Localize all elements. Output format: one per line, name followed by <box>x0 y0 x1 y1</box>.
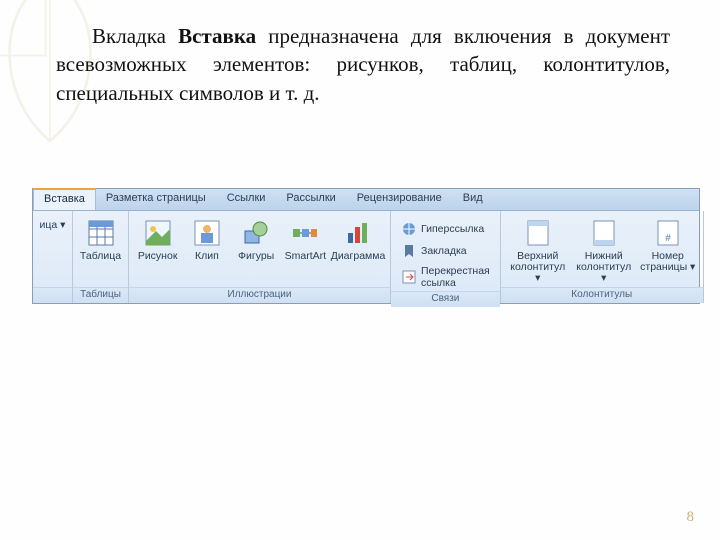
picture-icon <box>142 217 174 249</box>
table-button[interactable]: Таблица <box>79 215 122 262</box>
group-label-links: Связи <box>391 291 500 307</box>
bookmark-icon <box>401 243 417 259</box>
table-icon <box>85 217 117 249</box>
header-button[interactable]: Верхний колонтитул ▾ <box>507 215 569 284</box>
hyperlink-icon <box>401 221 417 237</box>
page-number-button[interactable]: # Номер страницы ▾ <box>639 215 697 273</box>
group-label-tables: Таблицы <box>73 287 128 303</box>
cross-reference-icon <box>401 269 417 285</box>
page-number-icon: # <box>652 217 684 249</box>
smartart-button[interactable]: SmartArt <box>283 215 328 262</box>
ribbon-groups: ица ▾ Таблица Таблицы Рисунок <box>33 211 699 303</box>
tab-review[interactable]: Рецензирование <box>347 189 453 210</box>
word-ribbon: Вставка Разметка страницы Ссылки Рассылк… <box>32 188 700 304</box>
chart-icon <box>342 217 374 249</box>
clip-button[interactable]: Клип <box>184 215 229 262</box>
group-label-illustrations: Иллюстрации <box>129 287 390 303</box>
tab-view[interactable]: Вид <box>453 189 494 210</box>
header-icon <box>522 217 554 249</box>
cover-page-button[interactable]: ица ▾ <box>39 215 66 231</box>
group-label-header-footer: Колонтитулы <box>501 287 703 303</box>
shapes-button[interactable]: Фигуры <box>234 215 279 262</box>
bookmark-button[interactable]: Закладка <box>397 241 494 261</box>
tab-mailings[interactable]: Рассылки <box>276 189 346 210</box>
svg-text:#: # <box>665 233 671 244</box>
tab-page-layout[interactable]: Разметка страницы <box>96 189 217 210</box>
tab-insert[interactable]: Вставка <box>33 188 96 210</box>
group-pages-partial: ица ▾ <box>33 211 73 303</box>
text-bold: Вставка <box>178 24 256 48</box>
clip-art-icon <box>191 217 223 249</box>
group-tables: Таблица Таблицы <box>73 211 129 303</box>
shapes-icon <box>240 217 272 249</box>
group-illustrations: Рисунок Клип Фигуры SmartArt Диаграмма <box>129 211 391 303</box>
group-header-footer: Верхний колонтитул ▾ Нижний колонтитул ▾… <box>501 211 704 303</box>
hyperlink-button[interactable]: Гиперссылка <box>397 219 494 239</box>
group-links: Гиперссылка Закладка Перекрестная ссылка… <box>391 211 501 303</box>
tab-references[interactable]: Ссылки <box>217 189 277 210</box>
text-prefix: Вкладка <box>92 24 178 48</box>
picture-button[interactable]: Рисунок <box>135 215 180 262</box>
chart-button[interactable]: Диаграмма <box>332 215 384 262</box>
body-paragraph: Вкладка Вставка предназначена для включе… <box>56 22 670 107</box>
ribbon-tabstrip: Вставка Разметка страницы Ссылки Рассылк… <box>33 189 699 211</box>
slide-page-number: 8 <box>687 509 695 526</box>
footer-button[interactable]: Нижний колонтитул ▾ <box>573 215 635 284</box>
cross-reference-button[interactable]: Перекрестная ссылка <box>397 263 494 291</box>
footer-icon <box>588 217 620 249</box>
smartart-icon <box>289 217 321 249</box>
